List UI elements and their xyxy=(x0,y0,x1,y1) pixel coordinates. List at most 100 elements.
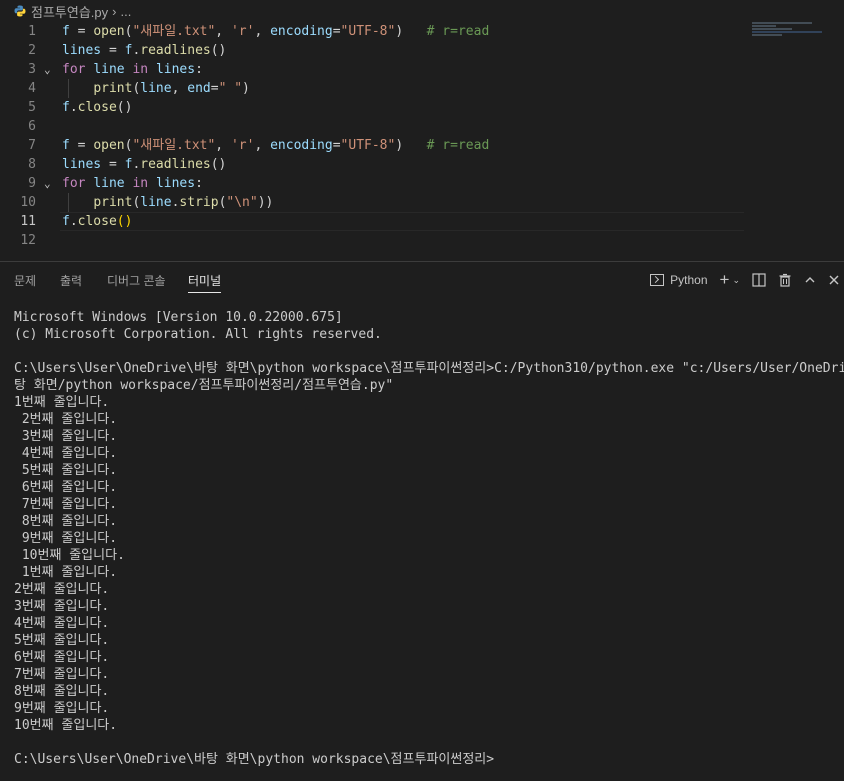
terminal-profile[interactable]: Python xyxy=(650,273,708,287)
code-token: = xyxy=(69,24,94,39)
split-icon xyxy=(752,273,766,287)
panel-tab-bar: 문제 출력 디버그 콘솔 터미널 Python + ⌄ xyxy=(0,262,844,298)
new-terminal-button[interactable]: + ⌄ xyxy=(720,270,740,290)
code-token: in xyxy=(132,176,149,191)
code-token: lines xyxy=(155,176,196,191)
code-token: = xyxy=(101,157,125,172)
tab-output[interactable]: 출력 xyxy=(60,272,82,289)
code-token: () xyxy=(210,43,227,58)
line-number: 2 xyxy=(28,43,36,58)
terminal-line: C:\Users\User\OneDrive\바탕 화면\python work… xyxy=(14,361,844,376)
code-token: f xyxy=(62,214,70,229)
line-number: 8 xyxy=(28,157,36,172)
active-tab-indicator xyxy=(188,292,221,293)
code-token: )) xyxy=(257,195,274,210)
code-line[interactable]: 7 f = open("새파일.txt", 'r', encoding="UTF-… xyxy=(0,136,760,155)
fold-chevron-icon[interactable]: ⌄ xyxy=(44,174,56,193)
code-token: : xyxy=(195,176,203,191)
minimap[interactable] xyxy=(752,22,832,46)
split-terminal-button[interactable] xyxy=(752,273,766,287)
code-token: = xyxy=(332,138,341,153)
code-token: "UTF-8" xyxy=(340,24,396,39)
code-line[interactable]: 5 f.close() xyxy=(0,98,760,117)
line-number: 7 xyxy=(28,138,36,153)
code-token: ) xyxy=(242,81,250,96)
code-line[interactable]: 11 f.close() xyxy=(0,212,760,231)
terminal-line: 2번째 줄입니다. xyxy=(14,412,118,427)
code-token: f xyxy=(62,138,70,153)
code-line[interactable]: 12 xyxy=(0,231,760,250)
terminal-line: 8번째 줄입니다. xyxy=(14,684,110,699)
fold-chevron-icon[interactable]: ⌄ xyxy=(44,60,56,79)
code-token: print xyxy=(93,195,133,210)
code-text: print(line, end=" ") xyxy=(62,79,250,98)
code-token: # r=read xyxy=(426,24,490,39)
code-text: f = open("새파일.txt", 'r', encoding="UTF-8… xyxy=(62,136,489,155)
code-text: f.close() xyxy=(62,212,132,231)
maximize-panel-button[interactable] xyxy=(804,274,816,286)
code-line[interactable]: 9 ⌄ for line in lines: xyxy=(0,174,760,193)
terminal-line: 4번째 줄입니다. xyxy=(14,446,118,461)
chevron-right-icon: › xyxy=(112,3,117,19)
terminal-line: 5번째 줄입니다. xyxy=(14,463,118,478)
terminal-line: 10번째 줄입니다. xyxy=(14,548,125,563)
code-line[interactable]: 3 ⌄ for line in lines: xyxy=(0,60,760,79)
terminal-line: 9번째 줄입니다. xyxy=(14,701,110,716)
line-number: 11 xyxy=(20,214,36,229)
code-line[interactable]: 1 f = open("새파일.txt", 'r', encoding="UTF-… xyxy=(0,22,760,41)
code-token: , xyxy=(254,138,271,153)
code-token: line xyxy=(140,81,172,96)
code-token: readlines xyxy=(140,157,211,172)
code-token: "새파일.txt" xyxy=(132,138,216,153)
tab-debug-console[interactable]: 디버그 콘솔 xyxy=(107,272,166,289)
terminal-line: 9번째 줄입니다. xyxy=(14,531,118,546)
code-token: for xyxy=(62,176,86,191)
code-line[interactable]: 4 print(line, end=" ") xyxy=(0,79,760,98)
code-token: print xyxy=(93,81,133,96)
terminal-line: 2번째 줄입니다. xyxy=(14,582,110,597)
code-token: " " xyxy=(218,81,243,96)
terminal-line: 7번째 줄입니다. xyxy=(14,497,118,512)
terminal-line: 10번째 줄입니다. xyxy=(14,718,118,733)
terminal-line: 3번째 줄입니다. xyxy=(14,599,110,614)
terminal-line: 4번째 줄입니다. xyxy=(14,616,110,631)
breadcrumb-file[interactable]: 점프투연습.py xyxy=(31,2,108,21)
terminal-line: 6번째 줄입니다. xyxy=(14,480,118,495)
breadcrumb: 점프투연습.py › ... xyxy=(0,0,844,22)
terminal-output[interactable]: Microsoft Windows [Version 10.0.22000.67… xyxy=(14,309,844,768)
code-text: print(line.strip("\n")) xyxy=(62,193,273,212)
terminal-line: 6번째 줄입니다. xyxy=(14,650,110,665)
code-text: lines = f.readlines() xyxy=(62,155,226,174)
code-text: for line in lines: xyxy=(62,174,203,193)
code-token: ) xyxy=(395,24,427,39)
code-token: () xyxy=(210,157,227,172)
code-token: for xyxy=(62,62,86,77)
code-line[interactable]: 10 print(line.strip("\n")) xyxy=(0,193,760,212)
code-token: , xyxy=(254,24,271,39)
code-token: in xyxy=(132,62,149,77)
code-token: , xyxy=(215,24,231,39)
tab-terminal[interactable]: 터미널 xyxy=(188,272,221,289)
code-text: for line in lines: xyxy=(62,60,203,79)
terminal-line: Microsoft Windows [Version 10.0.22000.67… xyxy=(14,310,343,325)
terminal-profile-label: Python xyxy=(670,273,708,287)
close-panel-button[interactable] xyxy=(828,274,840,286)
code-line[interactable]: 8 lines = f.readlines() xyxy=(0,155,760,174)
line-number: 12 xyxy=(20,233,36,248)
breadcrumb-more[interactable]: ... xyxy=(121,4,132,19)
chevron-up-icon xyxy=(805,277,815,283)
code-token: f xyxy=(62,24,70,39)
code-token: 'r' xyxy=(230,24,255,39)
code-line[interactable]: 6 xyxy=(0,117,760,136)
code-line[interactable]: 2 lines = f.readlines() xyxy=(0,41,760,60)
code-text: f.close() xyxy=(62,98,132,117)
kill-terminal-button[interactable] xyxy=(778,273,792,287)
code-token: "UTF-8" xyxy=(340,138,396,153)
tab-problems[interactable]: 문제 xyxy=(14,272,36,289)
code-token: line xyxy=(140,195,172,210)
code-editor[interactable]: 1 f = open("새파일.txt", 'r', encoding="UTF-… xyxy=(0,22,844,260)
